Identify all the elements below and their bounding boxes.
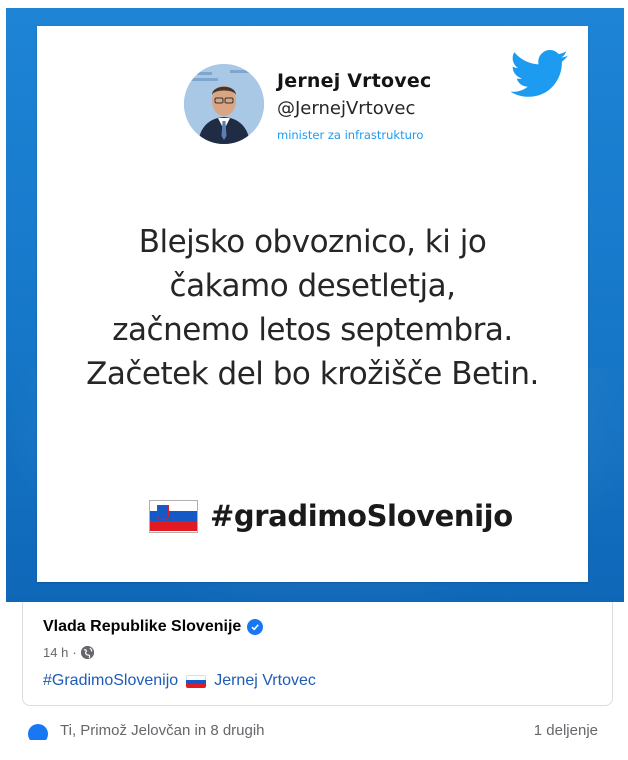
mention-link[interactable]: Jernej Vrtovec: [214, 672, 316, 690]
reactions-summary[interactable]: Ti, Primož Jelovčan in 8 drugih: [60, 724, 265, 739]
tweet-author-role: minister za infrastrukturo: [277, 128, 424, 142]
post-meta: 14 h ·: [43, 645, 94, 660]
globe-icon[interactable]: [80, 646, 94, 659]
hashtag-text: #gradimoSlovenijo: [210, 499, 513, 533]
tweet-card: Jernej Vrtovec @JernejVrtovec minister z…: [37, 26, 588, 582]
avatar-portrait: [184, 64, 264, 144]
hashtag-banner: #gradimoSlovenijo: [149, 496, 513, 536]
shares-count[interactable]: 1 deljenje: [534, 724, 598, 739]
hashtag-link[interactable]: #GradimoSlovenijo: [43, 672, 178, 690]
page-name[interactable]: Vlada Republike Slovenije: [43, 618, 241, 636]
post-text: #GradimoSlovenijo Jernej Vrtovec: [43, 672, 316, 690]
tweet-text-line: Blejsko obvoznico, ki jo: [138, 224, 487, 260]
meta-separator: ·: [72, 645, 77, 660]
shared-image[interactable]: Jernej Vrtovec @JernejVrtovec minister z…: [6, 8, 624, 602]
twitter-bird-icon: [511, 50, 568, 97]
tweet-text: Blejsko obvoznico, ki jo čakamo desetlet…: [37, 220, 588, 396]
tweet-author-name: Jernej Vrtovec: [277, 70, 432, 92]
page-name-link[interactable]: Vlada Republike Slovenije: [43, 618, 264, 636]
tweet-text-line: začnemo letos septembra.: [112, 312, 513, 348]
verified-badge-icon: [247, 619, 264, 635]
author-avatar: [184, 64, 264, 144]
tweet-text-line: čakamo desetletja,: [169, 268, 456, 304]
slovenia-flag-emoji-icon: [186, 674, 207, 688]
shared-post-header: Vlada Republike Slovenije 14 h · #Gradim…: [22, 602, 613, 706]
like-reaction-icon: [28, 724, 48, 740]
post-timestamp[interactable]: 14 h: [43, 645, 68, 660]
reactions-bar: Ti, Primož Jelovčan in 8 drugih 1 deljen…: [28, 724, 598, 740]
slovenia-flag-icon: [149, 499, 198, 533]
tweet-text-line: Začetek del bo krožišče Betin.: [86, 356, 539, 392]
tweet-author-handle: @JernejVrtovec: [277, 98, 416, 119]
